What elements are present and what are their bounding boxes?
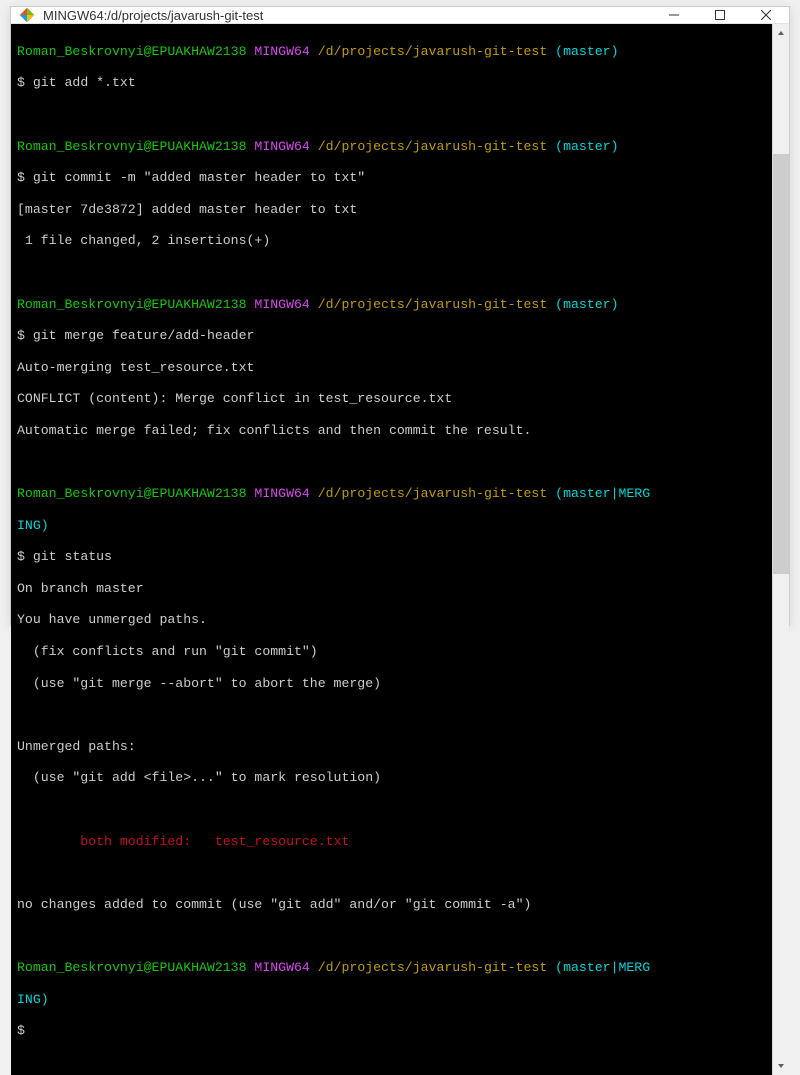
- terminal-window: MINGW64:/d/projects/javarush-git-test Ro…: [10, 6, 790, 626]
- output-line: On branch master: [17, 581, 766, 597]
- prompt-path: /d/projects/javarush-git-test: [318, 44, 548, 59]
- prompt-dollar: $: [17, 328, 25, 343]
- close-button[interactable]: [743, 7, 789, 23]
- scroll-down-arrow-icon[interactable]: [773, 1058, 789, 1075]
- cmd-text: git add *.txt: [25, 75, 136, 90]
- prompt-path: /d/projects/javarush-git-test: [318, 139, 548, 154]
- prompt-dollar: $: [17, 1023, 25, 1038]
- status-file: test_resource.txt: [215, 834, 350, 849]
- output-line: You have unmerged paths.: [17, 612, 766, 628]
- prompt-branch-wrap: ING): [17, 518, 49, 533]
- titlebar[interactable]: MINGW64:/d/projects/javarush-git-test: [11, 7, 789, 24]
- prompt-dollar: $: [17, 549, 25, 564]
- prompt-branch: (master|MERG: [555, 486, 650, 501]
- maximize-button[interactable]: [697, 7, 743, 23]
- output-line: (use "git add <file>..." to mark resolut…: [17, 770, 766, 786]
- terminal-body: Roman_Beskrovnyi@EPUAKHAW2138 MINGW64 /d…: [11, 24, 789, 1075]
- output-line: [master 7de3872] added master header to …: [17, 202, 766, 218]
- prompt-env: MINGW64: [254, 486, 309, 501]
- cmd-text: git commit -m "added master header to tx…: [25, 170, 365, 185]
- cmd-text: git merge feature/add-header: [25, 328, 255, 343]
- prompt-branch: (master): [555, 297, 618, 312]
- output-line: CONFLICT (content): Merge conflict in te…: [17, 391, 766, 407]
- prompt-user: Roman_Beskrovnyi@EPUAKHAW2138: [17, 960, 247, 975]
- minimize-button[interactable]: [651, 7, 697, 23]
- prompt-path: /d/projects/javarush-git-test: [318, 297, 548, 312]
- prompt-env: MINGW64: [254, 44, 309, 59]
- status-both-modified: both modified:: [17, 834, 215, 849]
- prompt-path: /d/projects/javarush-git-test: [318, 960, 548, 975]
- prompt-branch: (master|MERG: [555, 960, 650, 975]
- output-line: Auto-merging test_resource.txt: [17, 360, 766, 376]
- scroll-thumb[interactable]: [773, 154, 789, 574]
- prompt-user: Roman_Beskrovnyi@EPUAKHAW2138: [17, 486, 247, 501]
- prompt-env: MINGW64: [254, 139, 309, 154]
- prompt-user: Roman_Beskrovnyi@EPUAKHAW2138: [17, 297, 247, 312]
- terminal-output[interactable]: Roman_Beskrovnyi@EPUAKHAW2138 MINGW64 /d…: [11, 24, 772, 1075]
- output-line: Automatic merge failed; fix conflicts an…: [17, 423, 766, 439]
- vertical-scrollbar[interactable]: [772, 24, 789, 1075]
- prompt-dollar: $: [17, 170, 25, 185]
- output-line: (fix conflicts and run "git commit"): [17, 644, 766, 660]
- prompt-user: Roman_Beskrovnyi@EPUAKHAW2138: [17, 44, 247, 59]
- prompt-path: /d/projects/javarush-git-test: [318, 486, 548, 501]
- scroll-up-arrow-icon[interactable]: [773, 24, 789, 41]
- prompt-branch-wrap: ING): [17, 992, 49, 1007]
- mingw-icon: [19, 7, 35, 23]
- cmd-text: git status: [25, 549, 112, 564]
- window-controls: [651, 7, 789, 23]
- output-line: no changes added to commit (use "git add…: [17, 897, 766, 913]
- prompt-branch: (master): [555, 44, 618, 59]
- output-line: 1 file changed, 2 insertions(+): [17, 233, 766, 249]
- prompt-env: MINGW64: [254, 960, 309, 975]
- prompt-env: MINGW64: [254, 297, 309, 312]
- prompt-branch: (master): [555, 139, 618, 154]
- prompt-dollar: $: [17, 75, 25, 90]
- window-title: MINGW64:/d/projects/javarush-git-test: [43, 8, 651, 23]
- cmd-cursor[interactable]: [25, 1023, 33, 1038]
- output-line: Unmerged paths:: [17, 739, 766, 755]
- output-line: (use "git merge --abort" to abort the me…: [17, 676, 766, 692]
- prompt-user: Roman_Beskrovnyi@EPUAKHAW2138: [17, 139, 247, 154]
